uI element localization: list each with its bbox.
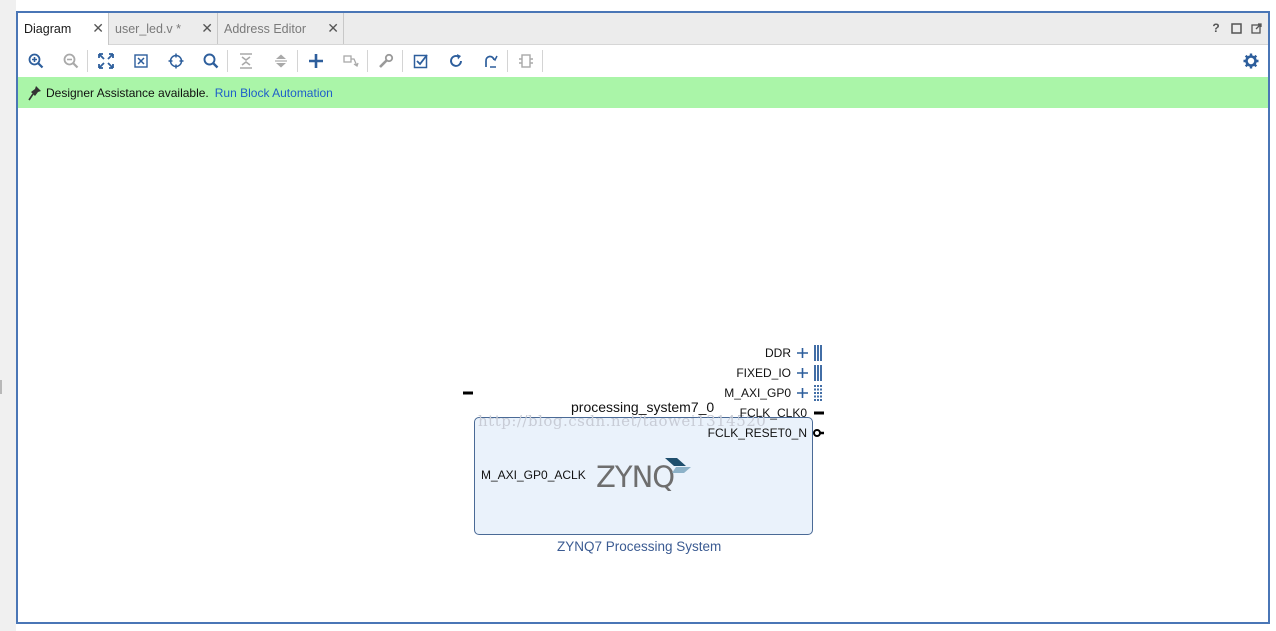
fixed-io-port-glyph[interactable]	[797, 365, 822, 381]
tab-bar: Diagram ✕ user_led.v * ✕ Address Editor …	[18, 13, 1268, 45]
restore-icon[interactable]	[1230, 21, 1242, 35]
settings-gear-icon[interactable]	[1240, 51, 1262, 71]
diagram-toolbar	[18, 45, 1268, 77]
port-label: FIXED_IO	[736, 366, 791, 380]
tab-label: Diagram	[24, 22, 72, 36]
search-icon[interactable]	[200, 51, 222, 71]
collapse-all-icon[interactable]	[235, 51, 257, 71]
float-icon[interactable]	[1250, 21, 1262, 35]
ip-settings-icon[interactable]	[375, 51, 397, 71]
tab-label: Address Editor	[224, 21, 306, 36]
zynq-logo: ZYNQ	[596, 458, 691, 494]
port-label: DDR	[765, 346, 791, 360]
designer-assistance-bar: Designer Assistance available. Run Block…	[18, 77, 1268, 108]
close-icon[interactable]: ✕	[327, 20, 339, 37]
run-block-automation-link[interactable]: Run Block Automation	[215, 86, 333, 100]
m-axi-gp0-port-glyph[interactable]	[797, 385, 822, 401]
tab-diagram[interactable]: Diagram ✕	[18, 13, 109, 45]
zoom-fit-icon[interactable]	[95, 51, 117, 71]
zynq-logo-mark-icon	[665, 458, 691, 473]
autofit-icon[interactable]	[165, 51, 187, 71]
tab-user-led[interactable]: user_led.v * ✕	[109, 13, 218, 44]
port-label: M_AXI_GP0	[724, 386, 791, 400]
window-controls: ?	[1210, 21, 1262, 35]
refresh-icon[interactable]	[445, 51, 467, 71]
port-label: M_AXI_GP0_ACLK	[481, 468, 586, 482]
tab-label: user_led.v *	[115, 21, 182, 36]
diagram-window: Diagram ✕ user_led.v * ✕ Address Editor …	[16, 11, 1270, 624]
validate-design-icon[interactable]	[410, 51, 432, 71]
make-connection-icon[interactable]	[340, 51, 362, 71]
regenerate-layout-icon[interactable]	[480, 51, 502, 71]
help-icon[interactable]: ?	[1210, 21, 1222, 35]
create-hierarchy-icon[interactable]	[515, 51, 537, 71]
assistance-message: Designer Assistance available.	[46, 85, 209, 100]
close-icon[interactable]: ✕	[201, 20, 213, 37]
zoom-out-icon[interactable]	[60, 51, 82, 71]
fclk-reset0-n-pin[interactable]	[813, 429, 824, 437]
port-label: FCLK_RESET0_N	[707, 426, 807, 440]
zoom-in-icon[interactable]	[25, 51, 47, 71]
panel-splitter-mark[interactable]	[0, 380, 2, 394]
block-subtitle: ZYNQ7 Processing System	[557, 539, 722, 554]
expand-all-icon[interactable]	[270, 51, 292, 71]
left-panel-edge	[0, 0, 16, 631]
ddr-port-glyph[interactable]	[797, 345, 822, 361]
diagram-canvas[interactable]: processing_system7_0 http://blog.csdn.ne…	[18, 108, 1268, 622]
close-icon[interactable]: ✕	[92, 20, 104, 37]
port-label: FCLK_CLK0	[739, 406, 807, 420]
add-ip-icon[interactable]	[305, 51, 327, 71]
zynq-logo-text: ZYNQ	[596, 460, 675, 494]
tab-address-editor[interactable]: Address Editor ✕	[218, 13, 344, 44]
fit-selection-icon[interactable]	[130, 51, 152, 71]
assistance-pin-icon	[28, 85, 42, 101]
